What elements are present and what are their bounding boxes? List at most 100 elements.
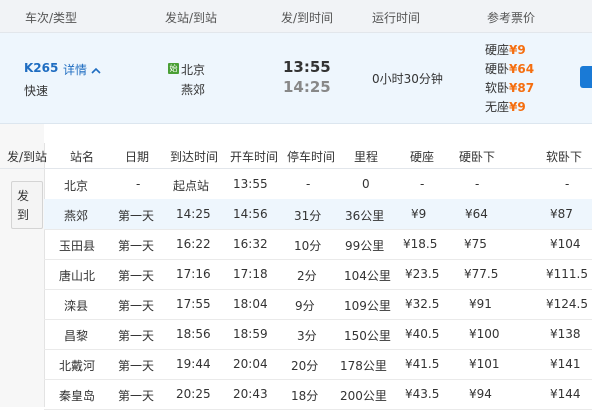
stop-cell: ¥144 <box>550 387 581 401</box>
chevron-up-icon <box>91 67 101 74</box>
col-from-to: 发/到站 <box>7 150 48 164</box>
stop-row: 秦皇岛 第一天 20:25 20:43 18分 200公里 ¥43.5 ¥94 … <box>44 379 592 410</box>
header-from-to: 发站/到站 <box>165 11 218 25</box>
stop-cell: - <box>565 177 570 191</box>
stop-cell: 31分 <box>294 209 322 223</box>
col-date: 日期 <box>125 150 150 164</box>
stop-cell: 2分 <box>297 269 317 283</box>
stop-cell: 秦皇岛 <box>59 389 96 403</box>
price-item: 软卧¥87 <box>485 79 534 96</box>
stop-cell: 3分 <box>297 329 317 343</box>
stop-cell: 104公里 <box>344 269 391 283</box>
start-station-badge: 始 <box>168 63 179 74</box>
stop-row: 北戴河 第一天 19:44 20:04 20分 178公里 ¥41.5 ¥101… <box>44 349 592 380</box>
stop-cell: 北戴河 <box>59 359 96 373</box>
stop-cell: 17:55 <box>176 297 211 311</box>
stops-table-header: 发/到站 站名 日期 到达时间 开车时间 停车时间 里程 硬座 硬卧下 软卧下 <box>0 143 592 169</box>
stop-cell: 18分 <box>291 389 319 403</box>
stop-cell: 硬卧 <box>485 62 510 76</box>
from-marker: 发 <box>17 189 30 203</box>
stop-cell: 16:32 <box>233 237 268 251</box>
stop-cell: 99公里 <box>345 239 385 253</box>
stop-cell: 硬座 <box>485 43 510 57</box>
stop-cell: 20:25 <box>176 387 211 401</box>
stop-cell: ¥111.5 <box>546 267 588 281</box>
stop-cell: - <box>136 177 141 191</box>
results-header: 车次/类型 发站/到站 发/到时间 运行时间 参考票价 <box>0 0 592 33</box>
stop-cell: - <box>420 177 425 191</box>
stop-cell: ¥64 <box>509 62 535 76</box>
stop-row: 玉田县 第一天 16:22 16:32 10分 99公里 ¥18.5 ¥75 ¥… <box>44 229 592 260</box>
col-hard-sleeper: 硬卧下 <box>459 150 496 164</box>
book-button[interactable] <box>580 66 592 88</box>
stop-cell: 19:44 <box>176 357 211 371</box>
stop-cell: ¥87 <box>550 207 573 221</box>
stop-cell: 16:22 <box>176 237 211 251</box>
stop-row: 滦县 第一天 17:55 18:04 9分 109公里 ¥32.5 ¥91 ¥1… <box>44 289 592 320</box>
train-number-link[interactable]: K265 <box>24 61 58 75</box>
stop-cell: 10分 <box>294 239 322 253</box>
stop-cell: 第一天 <box>118 389 155 403</box>
to-station: 燕郊 <box>181 83 206 97</box>
detail-link-label: 详情 <box>63 63 88 77</box>
stop-cell: 18:04 <box>233 297 268 311</box>
stop-cell: 13:55 <box>233 177 268 191</box>
stop-cell: 昌黎 <box>64 329 89 343</box>
depart-time: 13:55 <box>283 58 331 76</box>
stop-cell: ¥9 <box>509 43 526 57</box>
col-stop-time: 停车时间 <box>287 150 336 164</box>
stop-cell: - <box>475 177 480 191</box>
travel-duration: 0小时30分钟 <box>372 72 443 86</box>
stop-cell: 第一天 <box>118 329 155 343</box>
stop-cell: 178公里 <box>340 359 387 373</box>
col-distance: 里程 <box>354 150 379 164</box>
stop-cell: 17:16 <box>176 267 211 281</box>
stop-cell: 第一天 <box>118 209 155 223</box>
stop-cell: ¥94 <box>469 387 492 401</box>
col-station: 站名 <box>70 150 95 164</box>
to-marker: 到 <box>17 208 30 222</box>
price-item: 硬卧¥64 <box>485 60 534 77</box>
stop-cell: ¥23.5 <box>405 267 440 281</box>
stop-cell: 109公里 <box>344 299 391 313</box>
stop-cell: 第一天 <box>118 299 155 313</box>
stop-cell: 18:56 <box>176 327 211 341</box>
train-row: K265 详情 快速 始 北京 燕郊 13:55 14:25 0小时30分钟 硬… <box>0 33 592 124</box>
stop-row: 昌黎 第一天 18:56 18:59 3分 150公里 ¥40.5 ¥100 ¥… <box>44 319 592 350</box>
stop-cell: 燕郊 <box>64 209 89 223</box>
stop-cell: 20:04 <box>233 357 268 371</box>
stop-cell: ¥43.5 <box>405 387 440 401</box>
stop-row: 燕郊 第一天 14:25 14:56 31分 36公里 ¥9 ¥64 ¥87 <box>44 199 592 230</box>
stop-cell: 第一天 <box>118 269 155 283</box>
train-detail-toggle[interactable]: 详情 <box>63 61 101 78</box>
stop-cell: 20:43 <box>233 387 268 401</box>
stop-cell: 200公里 <box>340 389 387 403</box>
stop-cell: ¥138 <box>550 327 581 341</box>
stop-cell: ¥100 <box>469 327 500 341</box>
stop-cell: ¥77.5 <box>464 267 499 281</box>
stop-cell: 起点站 <box>173 179 210 193</box>
stop-cell: ¥41.5 <box>405 357 440 371</box>
stop-cell: ¥64 <box>465 207 488 221</box>
stop-cell: 北京 <box>64 179 89 193</box>
col-soft-sleeper: 软卧下 <box>546 150 583 164</box>
header-price: 参考票价 <box>487 11 536 25</box>
stop-cell: ¥40.5 <box>405 327 440 341</box>
price-item: 硬座¥9 <box>485 41 526 58</box>
stop-cell: ¥91 <box>469 297 492 311</box>
stop-cell: ¥101 <box>469 357 500 371</box>
stop-cell: 18:59 <box>233 327 268 341</box>
stop-cell: 玉田县 <box>59 239 96 253</box>
header-duration: 运行时间 <box>372 11 421 25</box>
stop-row: 北京 - 起点站 13:55 - 0 - - - <box>44 169 592 200</box>
price-item: 无座¥9 <box>485 98 526 115</box>
stop-cell: ¥32.5 <box>405 297 440 311</box>
stop-cell: - <box>306 177 311 191</box>
stop-cell: 第一天 <box>118 359 155 373</box>
stop-cell: 第一天 <box>118 239 155 253</box>
stop-cell: 14:25 <box>176 207 211 221</box>
arrive-time: 14:25 <box>283 78 331 96</box>
from-to-marker: 发 到 <box>11 181 43 229</box>
stop-cell: ¥9 <box>509 100 526 114</box>
stop-cell: ¥141 <box>550 357 581 371</box>
